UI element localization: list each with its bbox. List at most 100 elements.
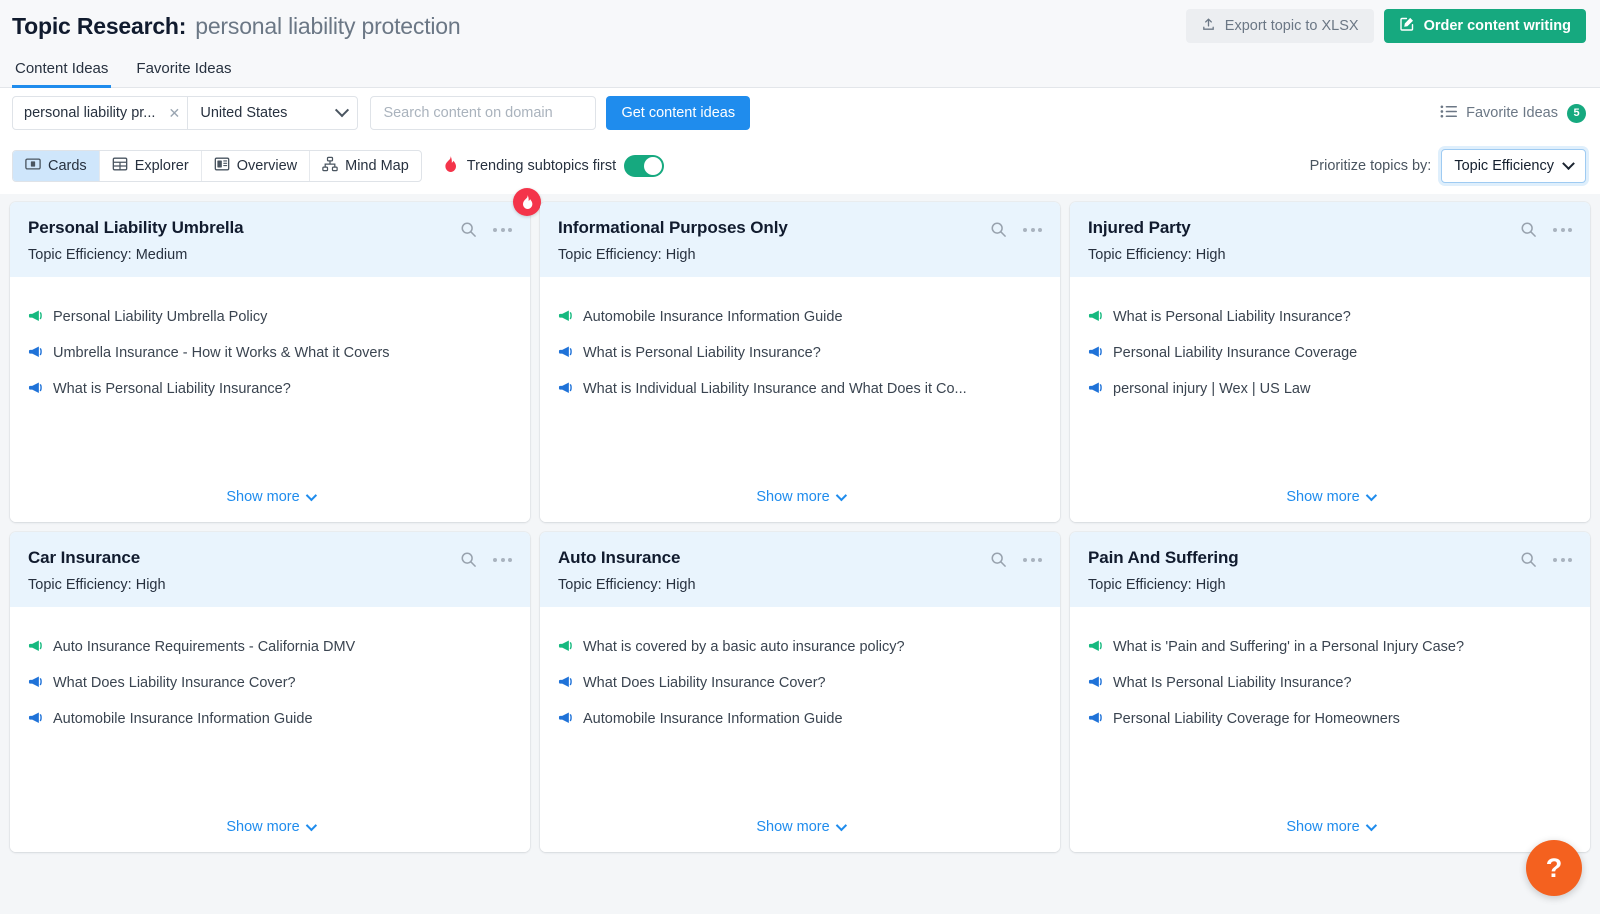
tab-favorite-ideas[interactable]: Favorite Ideas xyxy=(133,60,234,88)
show-more-row: Show more xyxy=(558,818,1042,852)
chevron-down-icon xyxy=(1365,489,1377,502)
content-idea-item[interactable]: What is Individual Liability Insurance a… xyxy=(558,381,1042,400)
more-options-icon[interactable] xyxy=(1553,557,1572,562)
view-mode-mind-map-label: Mind Map xyxy=(345,158,409,174)
topic-card-header: Injured Party Topic Efficiency: High xyxy=(1070,202,1590,277)
megaphone-icon xyxy=(1088,345,1103,364)
search-icon[interactable] xyxy=(460,221,477,238)
more-options-icon[interactable] xyxy=(1023,227,1042,232)
content-idea-item[interactable]: Personal Liability Insurance Coverage xyxy=(1088,345,1572,364)
topic-card-header: Car Insurance Topic Efficiency: High xyxy=(10,532,530,607)
search-icon[interactable] xyxy=(1520,551,1537,568)
keyword-chip-label: personal liability pr... xyxy=(24,105,156,121)
country-select[interactable]: United States xyxy=(188,97,357,129)
view-mode-overview[interactable]: Overview xyxy=(202,151,311,181)
show-more-button[interactable]: Show more xyxy=(226,819,317,835)
topic-card: Informational Purposes Only Topic Efficie… xyxy=(540,202,1060,522)
view-mode-overview-label: Overview xyxy=(236,158,298,174)
content-idea-item[interactable]: Automobile Insurance Information Guide xyxy=(28,711,512,730)
content-idea-item[interactable]: Automobile Insurance Information Guide xyxy=(558,309,1042,328)
content-idea-item[interactable]: What Is Personal Liability Insurance? xyxy=(1088,675,1572,694)
content-idea-item[interactable]: What Does Liability Insurance Cover? xyxy=(28,675,512,694)
show-more-button[interactable]: Show more xyxy=(756,489,847,505)
content-idea-label: Personal Liability Coverage for Homeowne… xyxy=(1113,711,1400,727)
keyword-chip[interactable]: personal liability pr... xyxy=(13,97,161,129)
help-button[interactable]: ? xyxy=(1526,840,1582,896)
content-idea-item[interactable]: Umbrella Insurance - How it Works & What… xyxy=(28,345,512,364)
search-icon[interactable] xyxy=(990,221,1007,238)
more-options-icon[interactable] xyxy=(493,227,512,232)
content-idea-item[interactable]: Auto Insurance Requirements - California… xyxy=(28,639,512,658)
more-options-icon[interactable] xyxy=(493,557,512,562)
more-options-icon[interactable] xyxy=(1023,557,1042,562)
content-idea-item[interactable]: What is Personal Liability Insurance? xyxy=(1088,309,1572,328)
show-more-button[interactable]: Show more xyxy=(1286,489,1377,505)
content-idea-label: What is Personal Liability Insurance? xyxy=(1113,309,1351,325)
list-icon xyxy=(1440,104,1458,123)
content-idea-label: personal injury | Wex | US Law xyxy=(1113,381,1311,397)
export-topic-button[interactable]: Export topic to XLSX xyxy=(1185,9,1374,43)
chevron-down-icon xyxy=(835,819,847,832)
prioritize-select[interactable]: Topic Efficiency xyxy=(1441,149,1586,183)
favorite-ideas-link[interactable]: Favorite Ideas 5 xyxy=(1440,103,1586,123)
topic-efficiency-label: Topic Efficiency: High xyxy=(1088,247,1226,263)
show-more-button[interactable]: Show more xyxy=(1286,819,1377,835)
view-mode-mind-map[interactable]: Mind Map xyxy=(310,151,421,181)
clear-keyword-icon[interactable]: ✕ xyxy=(161,97,187,129)
content-idea-item[interactable]: personal injury | Wex | US Law xyxy=(1088,381,1572,400)
filter-bar: personal liability pr... ✕ United States… xyxy=(0,88,1600,138)
topic-card-body: What is Personal Liability Insurance? Per… xyxy=(1070,277,1590,522)
topic-card-title: Personal Liability Umbrella xyxy=(28,218,244,237)
search-icon[interactable] xyxy=(990,551,1007,568)
topic-efficiency-label: Topic Efficiency: High xyxy=(1088,577,1226,593)
content-idea-label: Automobile Insurance Information Guide xyxy=(583,711,843,727)
view-mode-switcher: Cards Explorer Overview Mind Map xyxy=(12,150,422,182)
topic-efficiency-label: Topic Efficiency: Medium xyxy=(28,247,188,263)
megaphone-icon xyxy=(1088,675,1103,694)
content-idea-item[interactable]: Personal Liability Coverage for Homeowne… xyxy=(1088,711,1572,730)
trending-subtopics-toggle[interactable] xyxy=(624,155,665,177)
content-idea-item[interactable]: What is Personal Liability Insurance? xyxy=(28,381,512,400)
content-idea-item[interactable]: Automobile Insurance Information Guide xyxy=(558,711,1042,730)
topic-card-title: Auto Insurance xyxy=(558,548,681,567)
search-icon[interactable] xyxy=(460,551,477,568)
topic-card-title: Car Insurance xyxy=(28,548,141,567)
show-more-row: Show more xyxy=(1088,818,1572,852)
content-idea-item[interactable]: Personal Liability Umbrella Policy xyxy=(28,309,512,328)
view-mode-explorer-label: Explorer xyxy=(134,158,189,174)
more-options-icon[interactable] xyxy=(1553,227,1572,232)
megaphone-icon xyxy=(28,711,43,730)
content-idea-label: Personal Liability Umbrella Policy xyxy=(53,309,268,325)
megaphone-icon xyxy=(28,639,43,658)
content-idea-label: What is Personal Liability Insurance? xyxy=(583,345,821,361)
get-content-ideas-button[interactable]: Get content ideas xyxy=(606,96,751,130)
view-mode-explorer[interactable]: Explorer xyxy=(100,151,202,181)
edit-square-icon xyxy=(1399,16,1415,36)
show-more-button[interactable]: Show more xyxy=(226,489,317,505)
megaphone-icon xyxy=(558,675,573,694)
search-content-on-domain-input[interactable] xyxy=(370,96,597,130)
topic-card: Injured Party Topic Efficiency: High What … xyxy=(1070,202,1590,522)
content-idea-label: What is 'Pain and Suffering' in a Person… xyxy=(1113,639,1465,655)
search-icon[interactable] xyxy=(1520,221,1537,238)
prioritize-select-value: Topic Efficiency xyxy=(1454,158,1554,174)
chevron-down-icon xyxy=(305,489,317,502)
chevron-down-icon xyxy=(335,103,350,118)
show-more-button[interactable]: Show more xyxy=(756,819,847,835)
tab-content-ideas[interactable]: Content Ideas xyxy=(12,60,112,88)
trending-subtopics-control: Trending subtopics first xyxy=(442,155,665,177)
keyword-country-group: personal liability pr... ✕ United States xyxy=(12,96,359,130)
topic-card-header: Personal Liability Umbrella Topic Efficie… xyxy=(10,188,541,277)
content-idea-item[interactable]: What is covered by a basic auto insuranc… xyxy=(558,639,1042,658)
top-header: Topic Research: personal liability prote… xyxy=(0,0,1600,52)
show-more-label: Show more xyxy=(756,819,830,835)
content-idea-label: What Does Liability Insurance Cover? xyxy=(53,675,296,691)
topic-card-title: Injured Party xyxy=(1088,218,1191,237)
content-idea-item[interactable]: What Does Liability Insurance Cover? xyxy=(558,675,1042,694)
view-mode-cards[interactable]: Cards xyxy=(13,151,100,181)
content-idea-item[interactable]: What is Personal Liability Insurance? xyxy=(558,345,1042,364)
chevron-down-icon xyxy=(1365,819,1377,832)
order-content-writing-button[interactable]: Order content writing xyxy=(1383,9,1586,43)
megaphone-icon xyxy=(558,711,573,730)
content-idea-item[interactable]: What is 'Pain and Suffering' in a Person… xyxy=(1088,639,1572,658)
